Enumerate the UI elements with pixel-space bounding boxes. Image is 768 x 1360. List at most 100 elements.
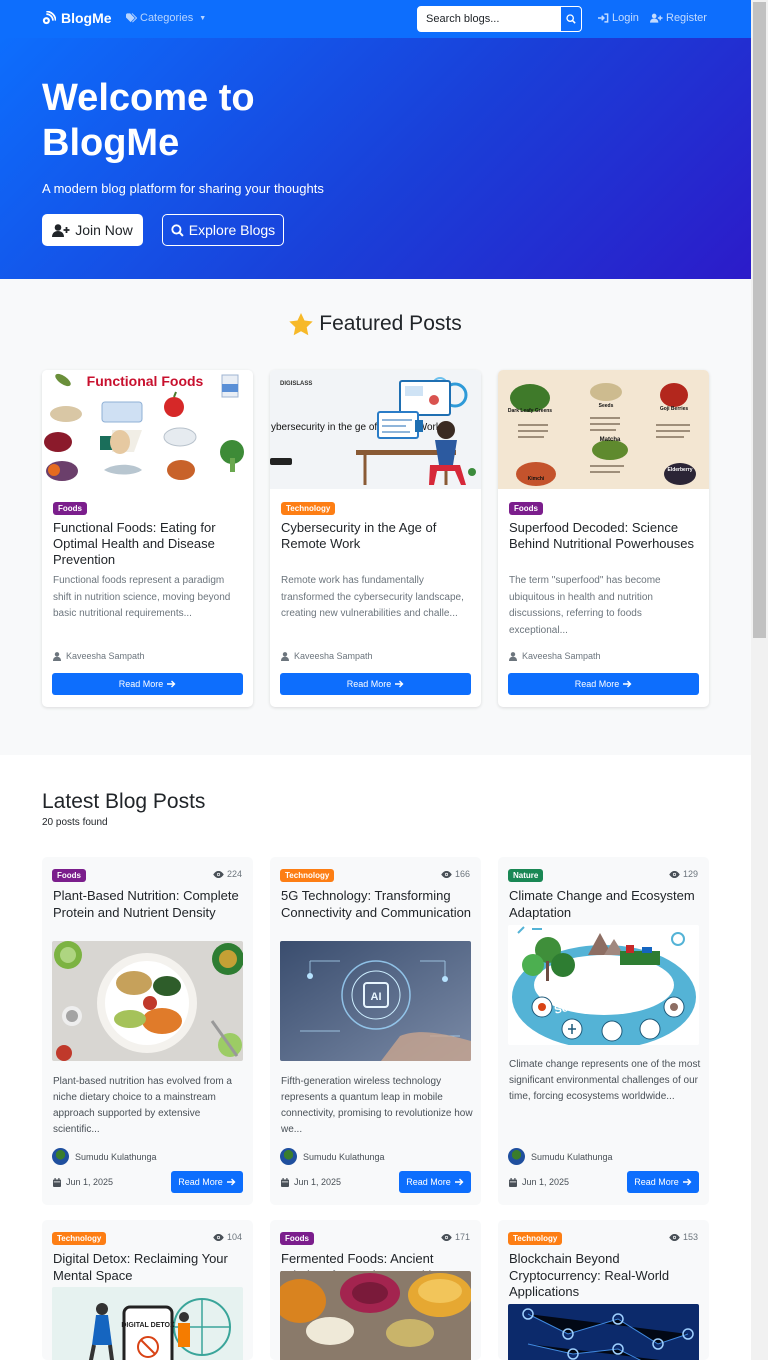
category-badge[interactable]: Technology <box>281 502 336 515</box>
search-input[interactable] <box>417 6 560 32</box>
featured-image-superfoods[interactable]: Dark Leafy Greens Seeds Goji Berries Mat… <box>498 370 709 489</box>
post-image-fermented-foods[interactable] <box>280 1271 471 1360</box>
image-heading: Functional Foods <box>87 373 204 389</box>
featured-section: Featured Posts Functional Foods Foods Fu… <box>0 279 751 755</box>
join-now-button[interactable]: Join Now <box>42 214 143 246</box>
post-author: Sumudu Kulathunga <box>280 1148 385 1165</box>
view-count: 166 <box>441 869 470 879</box>
author-name: Kaveesha Sampath <box>522 651 601 661</box>
read-more-button[interactable]: Read More <box>399 1171 471 1193</box>
post-title[interactable]: Superfood Decoded: Science Behind Nutrit… <box>509 520 701 552</box>
eye-icon <box>669 870 680 878</box>
blog-card: Technology 153 Blockchain Beyond Cryptoc… <box>498 1220 709 1360</box>
read-more-label: Read More <box>634 1177 679 1187</box>
post-image-blockchain[interactable] <box>508 1304 699 1360</box>
scrollbar[interactable] <box>751 0 768 1360</box>
post-title[interactable]: Functional Foods: Eating for Optimal Hea… <box>53 520 245 568</box>
post-excerpt: Fifth-generation wireless technology rep… <box>281 1076 473 1135</box>
featured-card: Functional Foods Foods Functional Foods:… <box>42 370 253 707</box>
view-count: 153 <box>669 1232 698 1242</box>
author-name: Sumudu Kulathunga <box>75 1151 157 1162</box>
category-badge[interactable]: Technology <box>52 1232 107 1245</box>
avatar <box>280 1148 297 1165</box>
eye-icon <box>441 1233 452 1241</box>
search-button[interactable] <box>560 6 582 32</box>
post-title[interactable]: Blockchain Beyond Cryptocurrency: Real-W… <box>509 1251 701 1301</box>
post-excerpt: The term "superfood" has become ubiquito… <box>509 575 661 636</box>
category-badge[interactable]: Foods <box>53 502 87 515</box>
featured-card: DIGISLASS ybersecurity in the ge of Remo… <box>270 370 481 707</box>
user-icon <box>281 651 289 661</box>
category-badge[interactable]: Technology <box>280 869 335 882</box>
scrollbar-thumb[interactable] <box>753 2 766 638</box>
login-link[interactable]: Login <box>598 12 639 24</box>
navbar: BlogMe Categories ▼ Login Register <box>0 0 751 38</box>
arrow-right-icon <box>623 680 632 688</box>
post-date: Jun 1, 2025 <box>53 1177 113 1187</box>
blog-card: Nature 129 Climate Change and Ecosystem … <box>498 857 709 1205</box>
post-title[interactable]: 5G Technology: Transforming Connectivity… <box>281 888 473 921</box>
date-value: Jun 1, 2025 <box>522 1177 570 1187</box>
register-link[interactable]: Register <box>650 12 707 24</box>
blog-card: Technology 166 5G Technology: Transformi… <box>270 857 481 1205</box>
post-image-plant-based[interactable] <box>52 941 243 1061</box>
arrow-right-icon <box>454 1178 464 1186</box>
image-logo: DIGISLASS <box>280 381 312 387</box>
image-label: Elderberry <box>667 467 692 473</box>
search-icon <box>171 223 184 237</box>
post-excerpt: Climate change represents one of the mos… <box>509 1059 701 1102</box>
post-excerpt: Plant-based nutrition has evolved from a… <box>53 1076 232 1135</box>
read-more-button[interactable]: Read More <box>627 1171 699 1193</box>
chevron-down-icon: ▼ <box>199 14 207 22</box>
arrow-right-icon <box>682 1178 692 1186</box>
user-plus-icon <box>52 223 70 237</box>
view-count: 171 <box>441 1232 470 1242</box>
views-value: 166 <box>454 869 470 879</box>
page: BlogMe Categories ▼ Login Register Welco… <box>0 0 751 1360</box>
post-title[interactable]: Cybersecurity in the Age of Remote Work <box>281 520 473 552</box>
post-title[interactable]: Digital Detox: Reclaiming Your Mental Sp… <box>53 1251 245 1284</box>
read-more-button[interactable]: Read More <box>52 673 243 695</box>
read-more-button[interactable]: Read More <box>171 1171 243 1193</box>
views-value: 153 <box>682 1232 698 1242</box>
search-icon <box>566 14 576 24</box>
featured-image-functional-foods[interactable]: Functional Foods <box>42 370 253 489</box>
brand-link[interactable]: BlogMe <box>42 10 112 26</box>
read-more-button[interactable]: Read More <box>508 673 699 695</box>
featured-heading-text: Featured Posts <box>319 312 462 335</box>
tags-icon <box>126 13 137 23</box>
category-badge[interactable]: Foods <box>280 1232 314 1245</box>
categories-dropdown[interactable]: Categories ▼ <box>126 12 206 24</box>
category-badge[interactable]: Foods <box>52 869 86 882</box>
post-image-climate[interactable]: Societal Challenges <box>508 925 699 1045</box>
explore-blogs-button[interactable]: Explore Blogs <box>162 214 284 246</box>
author-name: Kaveesha Sampath <box>294 651 373 661</box>
read-more-button[interactable]: Read More <box>280 673 471 695</box>
category-badge[interactable]: Technology <box>508 1232 563 1245</box>
post-date: Jun 1, 2025 <box>281 1177 341 1187</box>
eye-icon <box>441 870 452 878</box>
post-title[interactable]: Climate Change and Ecosystem Adaptation <box>509 888 701 921</box>
featured-image-cybersecurity[interactable]: DIGISLASS ybersecurity in the ge of Remo… <box>270 370 481 489</box>
post-excerpt: Functional foods represent a paradigm sh… <box>53 575 231 619</box>
views-value: 104 <box>226 1232 242 1242</box>
view-count: 104 <box>213 1232 242 1242</box>
login-label: Login <box>612 12 639 24</box>
post-title[interactable]: Plant-Based Nutrition: Complete Protein … <box>53 888 245 921</box>
featured-card: Dark Leafy Greens Seeds Goji Berries Mat… <box>498 370 709 707</box>
read-more-label: Read More <box>574 679 620 689</box>
post-image-5g[interactable]: AI <box>280 941 471 1061</box>
date-value: Jun 1, 2025 <box>66 1177 114 1187</box>
hero-section: Welcome to BlogMe A modern blog platform… <box>0 38 751 279</box>
category-badge[interactable]: Foods <box>509 502 543 515</box>
image-label: Seeds <box>599 403 614 409</box>
calendar-icon <box>281 1177 289 1187</box>
post-image-digital-detox[interactable]: DIGITAL DETOX <box>52 1287 243 1360</box>
featured-heading: Featured Posts <box>0 312 751 336</box>
arrow-right-icon <box>167 680 176 688</box>
user-icon <box>53 651 61 661</box>
category-badge[interactable]: Nature <box>508 869 544 882</box>
image-label: Kimchi <box>528 476 545 482</box>
blog-logo-icon <box>42 11 56 25</box>
eye-icon <box>213 870 224 878</box>
